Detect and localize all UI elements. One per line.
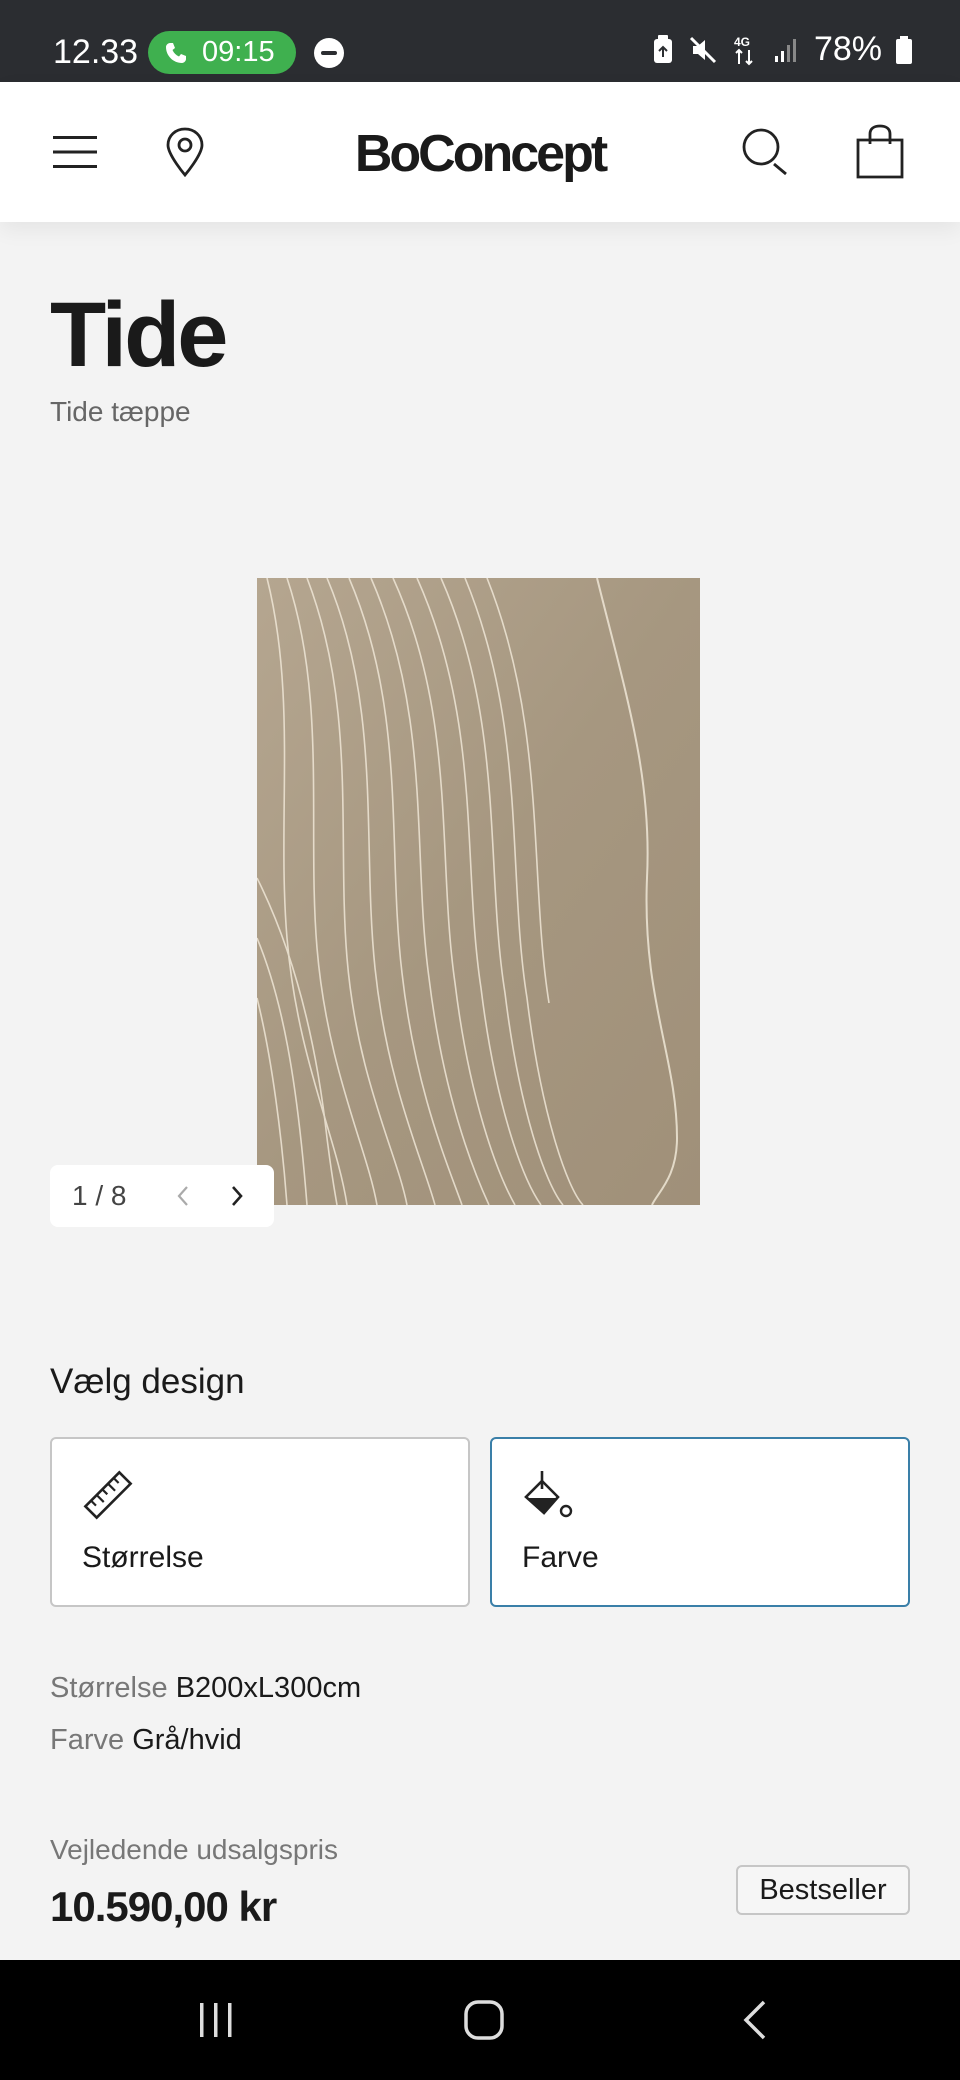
recent-apps-button[interactable] bbox=[156, 1960, 276, 2080]
mobile-data-icon: 4G bbox=[734, 35, 753, 65]
spec-size-value: B200xL300cm bbox=[175, 1672, 362, 1704]
back-icon bbox=[743, 2000, 766, 2040]
call-timer: 09:15 bbox=[202, 36, 275, 68]
system-nav-bar bbox=[0, 1960, 960, 2080]
chevron-left-icon bbox=[177, 1186, 188, 1206]
status-time: 12.33 bbox=[53, 33, 139, 71]
status-right: 4G 78% bbox=[652, 30, 912, 69]
bestseller-badge: Bestseller bbox=[736, 1865, 910, 1915]
gallery-pager: 1 / 8 bbox=[50, 1165, 274, 1227]
gallery-next-button[interactable] bbox=[222, 1181, 252, 1211]
size-option-label: Størrelse bbox=[82, 1541, 204, 1574]
brand-logo[interactable]: BoConcept bbox=[0, 124, 960, 184]
color-option-card[interactable]: Farve bbox=[490, 1437, 910, 1607]
search-icon bbox=[742, 128, 787, 176]
do-not-disturb-icon bbox=[314, 38, 344, 68]
spec-size-key: Størrelse bbox=[50, 1672, 168, 1704]
recent-apps-icon bbox=[200, 2003, 232, 2037]
design-heading: Vælg design bbox=[50, 1362, 245, 1401]
battery-icon bbox=[896, 35, 912, 64]
ruler-icon bbox=[83, 1470, 133, 1520]
search-button[interactable] bbox=[738, 82, 794, 222]
home-button[interactable] bbox=[424, 1960, 544, 2080]
home-icon bbox=[464, 2000, 504, 2040]
spec-color-value: Grå/hvid bbox=[132, 1724, 242, 1756]
cart-button[interactable] bbox=[852, 82, 908, 222]
signal-icon bbox=[774, 38, 796, 62]
gallery-prev-button[interactable] bbox=[168, 1181, 198, 1211]
color-option-label: Farve bbox=[522, 1541, 599, 1574]
product-subtitle: Tide tæppe bbox=[50, 396, 191, 427]
spec-color-key: Farve bbox=[50, 1724, 125, 1756]
product-image[interactable] bbox=[257, 578, 700, 1205]
gallery-counter: 1 / 8 bbox=[72, 1180, 127, 1211]
spec-color-row: Farve Grå/hvid bbox=[50, 1724, 242, 1757]
chevron-right-icon bbox=[232, 1186, 243, 1206]
battery-percentage: 78% bbox=[813, 30, 882, 68]
product-price: 10.590,00 kr bbox=[50, 1883, 277, 1930]
paint-bucket-icon bbox=[524, 1471, 573, 1518]
mute-icon bbox=[689, 36, 716, 63]
product-title: Tide bbox=[50, 284, 228, 386]
back-button[interactable] bbox=[694, 1960, 814, 2080]
price-label: Vejledende udsalgspris bbox=[50, 1834, 338, 1865]
phone-icon bbox=[166, 42, 186, 63]
site-header: BoConcept bbox=[0, 82, 960, 222]
nfc-icon bbox=[653, 34, 672, 63]
svg-text:4G: 4G bbox=[734, 35, 750, 49]
status-bar: 12.33 09:15 4G 78% bbox=[0, 0, 960, 82]
shopping-bag-icon bbox=[856, 124, 904, 179]
call-indicator[interactable]: 09:15 bbox=[148, 31, 296, 74]
size-option-card[interactable]: Størrelse bbox=[50, 1437, 470, 1607]
spec-size-row: Størrelse B200xL300cm bbox=[50, 1672, 361, 1705]
